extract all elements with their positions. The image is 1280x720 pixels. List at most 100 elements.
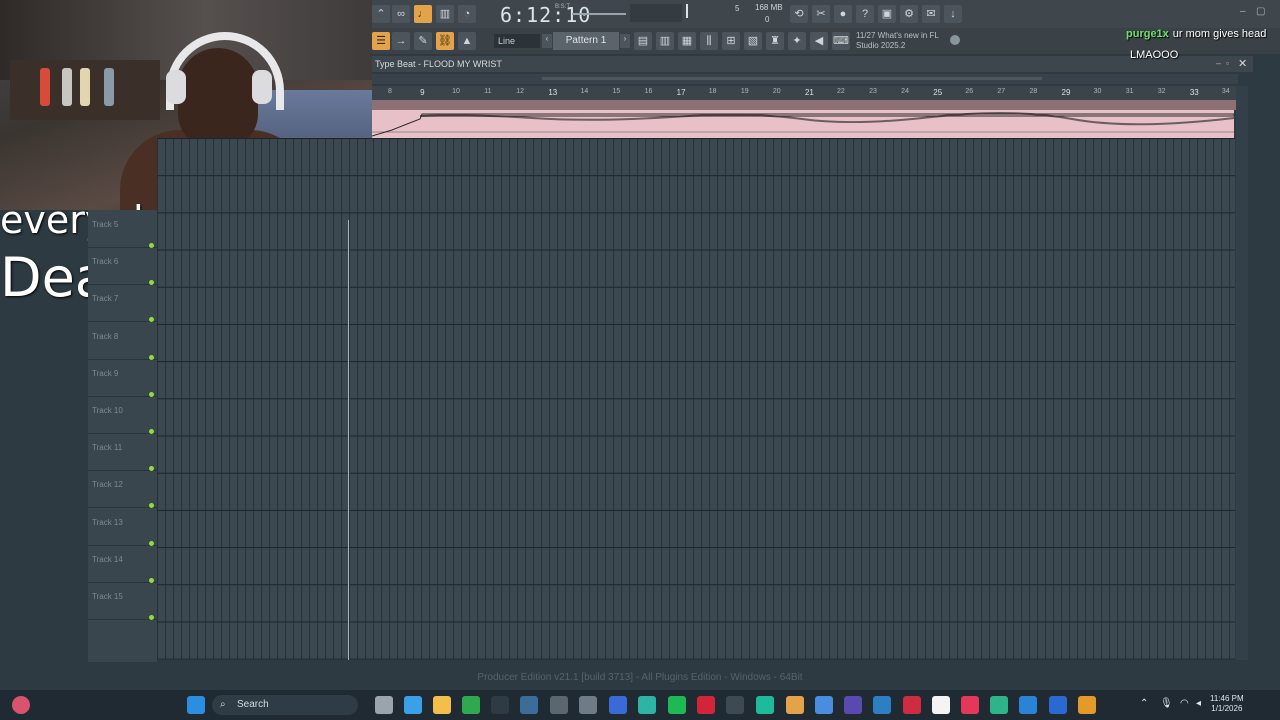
volume-icon[interactable]: ◂ [1196, 698, 1201, 709]
track-header[interactable]: Track 9 [88, 359, 157, 397]
timeline-ruler[interactable]: 8 9 10 11 12 13 14 15 16 17 18 19 20 21 22 23 24 25 26 27 28… [372, 86, 1238, 100]
record-audio-icon[interactable]: ● [834, 5, 852, 23]
chrome2-icon[interactable] [815, 696, 833, 714]
project-icon[interactable]: ▧ [744, 32, 762, 50]
terminal-icon[interactable] [491, 696, 509, 714]
xbox-icon[interactable] [462, 696, 480, 714]
piano-roll-icon[interactable]: ▥ [656, 32, 674, 50]
capcut-icon[interactable] [903, 696, 921, 714]
pattern-next-icon[interactable]: › [620, 34, 630, 48]
notes-icon[interactable] [844, 696, 862, 714]
audio-clip[interactable] [372, 110, 1234, 138]
vscode-icon[interactable] [873, 696, 891, 714]
folder-icon[interactable] [433, 696, 451, 714]
draw-tool-icon[interactable]: ✎ [414, 32, 432, 50]
minimize-icon[interactable]: – [1240, 6, 1246, 17]
chat-text: ur mom gives head [1172, 28, 1267, 40]
track-label: Track 9 [92, 368, 119, 378]
chat-icon[interactable]: ✉ [922, 5, 940, 23]
file-manager-icon[interactable] [375, 696, 393, 714]
edge-icon[interactable] [638, 696, 656, 714]
taskbar-search[interactable] [212, 695, 358, 715]
editor-icon[interactable] [1049, 696, 1067, 714]
online-status-icon[interactable] [950, 35, 960, 45]
window-icon[interactable] [1019, 696, 1037, 714]
capcut-app-icon[interactable] [932, 696, 950, 714]
master-pitch-knob-area[interactable] [630, 4, 682, 22]
ruler-tick: 15 [612, 88, 621, 95]
playlist-grid[interactable] [157, 138, 1235, 660]
loop-region-bar[interactable] [372, 100, 1238, 110]
undo-icon[interactable]: ⟲ [790, 5, 808, 23]
playlist-vertical-scroll[interactable] [1236, 86, 1248, 660]
wifi-icon[interactable]: ◠ [1180, 698, 1189, 709]
copilot-icon[interactable] [404, 696, 422, 714]
track-mute-led-icon[interactable] [149, 615, 154, 620]
browser-icon[interactable]: ⊞ [722, 32, 740, 50]
playlist-title-bar[interactable]: Type Beat - FLOOD MY WRIST [372, 56, 1253, 72]
link-tool-icon[interactable]: ⛓ [436, 32, 454, 50]
master-volume-slider[interactable] [572, 13, 626, 15]
loop-record-icon[interactable]: ∞ [392, 5, 410, 23]
channel-rack-icon[interactable]: ▦ [678, 32, 696, 50]
microphone-icon[interactable]: 🎙 [1160, 698, 1173, 709]
step-edit-icon[interactable]: ▥ [436, 5, 454, 23]
cpu-value: 5 [735, 4, 740, 13]
settings-icon[interactable] [579, 696, 597, 714]
cut-icon[interactable]: ✂ [812, 5, 830, 23]
polyphony-value: 0 [765, 15, 770, 24]
tools-icon[interactable]: ✦ [788, 32, 806, 50]
speaker-icon[interactable]: ◀ [810, 32, 828, 50]
messenger-icon[interactable] [756, 696, 774, 714]
track-label: Track 11 [92, 443, 123, 453]
track-header[interactable]: Track 14 [88, 545, 157, 583]
track-header[interactable]: Track 11 [88, 433, 157, 472]
spotify-icon[interactable] [668, 696, 686, 714]
chevron-up-icon[interactable]: ⌃ [1140, 698, 1148, 709]
mixer-snapshot-icon[interactable]: ⚙ [900, 5, 918, 23]
playlist-icon[interactable]: ▤ [634, 32, 652, 50]
playhead-line[interactable] [348, 220, 349, 660]
metronome-icon[interactable]: ♩ [414, 5, 432, 23]
browser-icon[interactable] [609, 696, 627, 714]
chrome-icon[interactable] [786, 696, 804, 714]
wait-for-input-icon[interactable]: ◔ [458, 5, 476, 23]
playlist-horizontal-scroll[interactable] [372, 74, 1238, 84]
track-header[interactable]: Track 8 [88, 322, 157, 360]
track-header[interactable]: Track 10 [88, 396, 157, 434]
news-panel[interactable]: 11/27 What's new in FL Studio 2025.2 [856, 31, 939, 51]
track-header[interactable]: Track 12 [88, 470, 157, 509]
taskbar-clock[interactable]: 11:46 PM 1/1/2026 [1210, 694, 1244, 714]
track-header[interactable]: Track 15 [88, 582, 157, 620]
help-icon[interactable]: ? [856, 5, 874, 23]
plugin-icon[interactable]: ♜ [766, 32, 784, 50]
stamp-tool-icon[interactable]: ▲ [458, 32, 476, 50]
arrow-right-icon[interactable]: → [392, 32, 410, 50]
maximize-icon[interactable]: ▢ [1256, 6, 1265, 17]
menu-icon[interactable]: ☰ [372, 32, 390, 50]
track-list: Track 5 Track 6 Track 7 Track 8 Track 9 Track… [88, 210, 157, 662]
snap-mode-select[interactable]: Line [494, 34, 540, 48]
steam-icon[interactable] [520, 696, 538, 714]
recording-icon[interactable] [550, 696, 568, 714]
opera-icon[interactable] [697, 696, 715, 714]
weather-icon[interactable] [12, 696, 30, 714]
save-icon[interactable]: ▣ [878, 5, 896, 23]
pattern-song-toggle-icon[interactable]: ⌃ [372, 5, 390, 23]
ruler-tick: 8 [388, 88, 392, 95]
track-header[interactable]: Track 5 [88, 210, 157, 248]
game-icon[interactable] [726, 696, 744, 714]
start-icon[interactable] [187, 696, 205, 714]
track-header[interactable]: Track 7 [88, 284, 157, 323]
pattern-selector[interactable]: Pattern 1 [553, 32, 619, 50]
track-header[interactable]: Track 13 [88, 508, 157, 546]
mixer-icon[interactable]: ⫼ [700, 32, 718, 50]
tiktok-icon[interactable] [961, 696, 979, 714]
track-header[interactable]: Track 6 [88, 247, 157, 286]
fl-studio-icon[interactable] [1078, 696, 1096, 714]
pattern-prev-icon[interactable]: ‹ [542, 34, 552, 48]
touch-keyboard-icon[interactable]: ⌨ [832, 32, 850, 50]
download-icon[interactable]: ↓ [944, 5, 962, 23]
store-icon[interactable] [990, 696, 1008, 714]
time-display[interactable]: 6:12:10 [500, 3, 591, 27]
